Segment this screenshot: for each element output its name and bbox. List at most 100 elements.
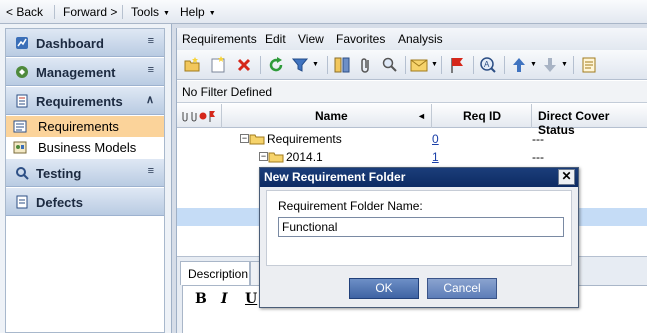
new-requirement-icon[interactable] xyxy=(209,56,227,74)
tools-menu[interactable]: Tools ▼ xyxy=(131,5,170,19)
filter-icon xyxy=(291,58,309,72)
grid-status-icons xyxy=(182,111,215,122)
row-req-id[interactable]: 0 xyxy=(432,132,439,146)
ok-button[interactable]: OK xyxy=(349,278,419,299)
row-name: 2014.1 xyxy=(286,150,323,164)
sidebar-group-testing[interactable]: Testing ≡ xyxy=(6,159,164,187)
dashboard-icon xyxy=(16,37,28,49)
folder-open-icon xyxy=(249,134,265,145)
sidebar-item-business-models[interactable]: Business Models xyxy=(6,137,164,158)
chevron-double-up-icon: ∧ xyxy=(145,94,154,106)
chevron-down-icon: ▼ xyxy=(312,61,319,68)
forward-button[interactable]: Forward > xyxy=(63,5,117,19)
top-menu-bar: < Back Forward > Tools ▼ Help ▼ xyxy=(0,0,647,24)
dialog-footer: OK Cancel xyxy=(266,268,572,304)
sort-arrow-icon[interactable]: ◄ xyxy=(417,111,426,121)
chevron-double-down-icon: ≡ xyxy=(147,64,154,76)
column-divider xyxy=(431,104,432,128)
chevron-down-icon: ▼ xyxy=(163,10,170,17)
toolbar-separator xyxy=(260,56,261,74)
toolbar-separator xyxy=(573,56,574,74)
row-name: Requirements xyxy=(267,132,342,146)
toolbar-separator xyxy=(473,56,474,74)
attachment-icon[interactable] xyxy=(357,56,375,74)
collapse-toggle-icon[interactable]: − xyxy=(240,134,249,143)
menu-view[interactable]: View xyxy=(298,32,324,46)
filter-bar[interactable]: No Filter Defined xyxy=(177,81,647,103)
toolbar-separator xyxy=(441,56,442,74)
back-arrow-icon: < xyxy=(6,5,14,19)
find-icon[interactable]: A xyxy=(479,56,497,74)
sidebar-panel: Dashboard ≡ Management ≡ Requirements ∧ … xyxy=(5,28,165,333)
column-header-name[interactable]: Name xyxy=(315,109,348,123)
dialog-title-bar[interactable]: New Requirement Folder ✕ xyxy=(260,168,578,187)
dialog-body: Requirement Folder Name: xyxy=(266,190,572,266)
column-divider xyxy=(531,104,532,128)
email-icon xyxy=(410,59,428,72)
toolbar-separator xyxy=(327,56,328,74)
sidebar-group-requirements[interactable]: Requirements ∧ xyxy=(6,87,164,115)
help-menu[interactable]: Help ▼ xyxy=(180,5,216,19)
folder-open-icon xyxy=(268,152,284,163)
chevron-down-icon: ▼ xyxy=(561,61,568,68)
sidebar-group-dashboard[interactable]: Dashboard ≡ xyxy=(6,29,164,57)
menu-favorites[interactable]: Favorites xyxy=(336,32,385,46)
send-email-button[interactable]: ▼ xyxy=(410,56,440,74)
back-button[interactable]: < Back xyxy=(6,5,43,19)
toolbar-separator xyxy=(504,56,505,74)
table-row[interactable]: − 2014.1 1 --- xyxy=(177,148,647,166)
close-icon[interactable]: ✕ xyxy=(558,169,575,185)
chevron-double-down-icon: ≡ xyxy=(147,35,154,47)
menu-edit[interactable]: Edit xyxy=(265,32,286,46)
row-req-id[interactable]: 1 xyxy=(432,150,439,164)
arrow-up-icon xyxy=(513,58,525,72)
forward-arrow-icon: > xyxy=(110,5,118,19)
chevron-down-icon: ▼ xyxy=(530,61,537,68)
requirements-tree-icon xyxy=(13,120,27,133)
sidebar-group-defects[interactable]: Defects xyxy=(6,188,164,216)
toolbar: ▼ ▼ A ▼ ▼ xyxy=(177,50,647,80)
requirements-icon xyxy=(16,94,28,108)
menu-analysis[interactable]: Analysis xyxy=(398,32,443,46)
row-status: --- xyxy=(532,132,544,146)
move-down-button[interactable]: ▼ xyxy=(541,56,571,74)
underline-button[interactable]: U xyxy=(245,291,257,307)
tab-description[interactable]: Description xyxy=(180,261,250,285)
bold-button[interactable]: B xyxy=(195,291,207,307)
grid-header: Name ◄ Req ID Direct Cover Status xyxy=(177,104,647,137)
folder-name-label: Requirement Folder Name: xyxy=(278,199,423,213)
menu-separator xyxy=(54,5,55,19)
refresh-icon[interactable] xyxy=(267,56,285,74)
toolbar-separator xyxy=(405,56,406,74)
row-status: --- xyxy=(532,150,544,164)
business-models-icon xyxy=(13,141,27,154)
move-up-button[interactable]: ▼ xyxy=(510,56,540,74)
columns-icon[interactable] xyxy=(333,56,351,74)
italic-button[interactable]: I xyxy=(221,291,228,307)
new-folder-icon[interactable] xyxy=(183,56,201,74)
menu-separator xyxy=(122,5,123,19)
svg-text:A: A xyxy=(484,60,490,69)
sidebar-item-requirements[interactable]: Requirements xyxy=(6,116,164,137)
collapse-toggle-icon[interactable]: − xyxy=(259,152,268,161)
sidebar: Dashboard ≡ Management ≡ Requirements ∧ … xyxy=(0,24,172,333)
notes-icon[interactable] xyxy=(580,56,598,74)
chevron-double-down-icon: ≡ xyxy=(147,165,154,177)
flag-icon[interactable] xyxy=(448,56,466,74)
delete-icon[interactable] xyxy=(235,56,253,74)
management-icon xyxy=(16,66,28,78)
column-header-req-id[interactable]: Req ID xyxy=(463,109,501,123)
new-requirement-folder-dialog: New Requirement Folder ✕ Requirement Fol… xyxy=(259,167,579,308)
menu-requirements[interactable]: Requirements xyxy=(182,32,257,46)
filter-button[interactable]: ▼ xyxy=(291,56,321,74)
testing-icon xyxy=(16,167,29,180)
table-row[interactable]: − Requirements 0 --- xyxy=(177,130,647,148)
sidebar-group-management[interactable]: Management ≡ xyxy=(6,58,164,86)
cancel-button[interactable]: Cancel xyxy=(427,278,497,299)
arrow-down-icon xyxy=(544,58,556,72)
module-menu-bar: Requirements Edit View Favorites Analysi… xyxy=(177,28,647,50)
folder-name-input[interactable] xyxy=(278,217,564,237)
defects-icon xyxy=(16,195,28,209)
column-divider xyxy=(221,104,222,128)
zoom-icon[interactable] xyxy=(381,56,399,74)
